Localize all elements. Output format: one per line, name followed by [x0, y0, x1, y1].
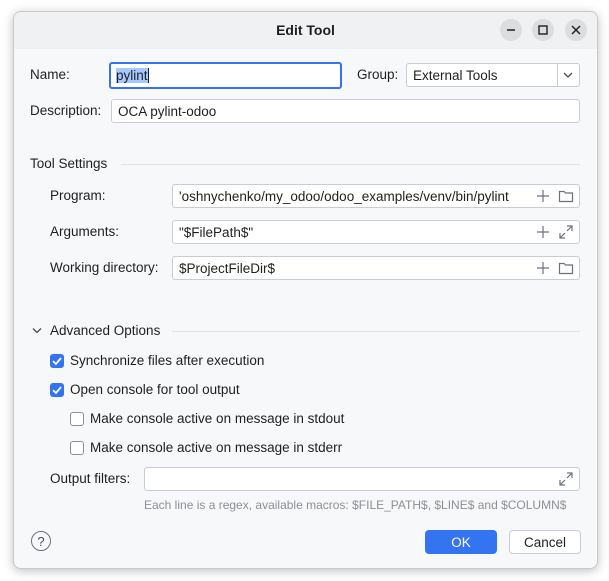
arguments-value: "$FilePath$": [179, 224, 254, 240]
arguments-label: Arguments:: [50, 224, 120, 239]
tool-settings-separator: [121, 164, 580, 165]
stderr-checkbox[interactable]: [70, 441, 84, 455]
cancel-button[interactable]: Cancel: [509, 530, 581, 554]
group-select[interactable]: External Tools: [406, 63, 580, 87]
close-button[interactable]: [565, 19, 587, 41]
minimize-icon: [507, 29, 515, 31]
add-macro-icon[interactable]: [535, 188, 551, 204]
expand-icon[interactable]: [558, 224, 574, 240]
open-console-label[interactable]: Open console for tool output: [70, 382, 240, 397]
stderr-label[interactable]: Make console active on message in stderr: [90, 440, 342, 455]
tool-settings-title: Tool Settings: [30, 156, 108, 171]
working-directory-label: Working directory:: [50, 260, 159, 275]
ok-button-label: OK: [451, 534, 471, 550]
sync-files-label[interactable]: Synchronize files after execution: [70, 353, 264, 368]
description-input[interactable]: OCA pylint-odoo: [111, 99, 580, 123]
stdout-checkbox[interactable]: [70, 412, 84, 426]
working-directory-value: $ProjectFileDir$: [179, 260, 276, 276]
chevron-down-icon: [563, 72, 573, 78]
select-divider: [557, 64, 558, 86]
description-label: Description:: [30, 103, 102, 118]
output-filters-input[interactable]: [144, 467, 580, 491]
checkmark-icon: [52, 357, 62, 366]
arguments-input[interactable]: "$FilePath$": [172, 220, 580, 244]
help-button[interactable]: ?: [31, 531, 51, 551]
expand-icon[interactable]: [558, 471, 574, 487]
add-macro-icon[interactable]: [535, 224, 551, 240]
edit-tool-dialog: Edit Tool Name: pylint Group: External T…: [13, 11, 598, 569]
advanced-options-separator: [172, 331, 580, 332]
name-label: Name:: [30, 67, 70, 82]
group-value: External Tools: [413, 67, 498, 83]
name-input[interactable]: pylint: [109, 62, 342, 89]
output-filters-hint: Each line is a regex, available macros: …: [144, 498, 567, 512]
program-input[interactable]: 'oshnychenko/my_odoo/odoo_examples/venv/…: [172, 184, 580, 208]
stdout-label[interactable]: Make console active on message in stdout: [90, 411, 344, 426]
checkmark-icon: [52, 386, 62, 395]
program-value: 'oshnychenko/my_odoo/odoo_examples/venv/…: [179, 188, 509, 204]
close-icon: [571, 25, 581, 35]
folder-icon[interactable]: [558, 188, 574, 204]
working-directory-input[interactable]: $ProjectFileDir$: [172, 256, 580, 280]
description-value: OCA pylint-odoo: [118, 103, 217, 119]
text-cursor: [147, 68, 149, 83]
add-macro-icon[interactable]: [535, 260, 551, 276]
maximize-icon: [538, 25, 548, 35]
minimize-button[interactable]: [500, 19, 522, 41]
maximize-button[interactable]: [532, 19, 554, 41]
help-icon: ?: [37, 533, 45, 549]
ok-button[interactable]: OK: [425, 530, 497, 554]
sync-files-checkbox[interactable]: [50, 354, 64, 368]
name-value: pylint: [116, 68, 148, 83]
cancel-button-label: Cancel: [523, 534, 567, 550]
title-bar[interactable]: Edit Tool: [14, 12, 597, 49]
open-console-checkbox[interactable]: [50, 383, 64, 397]
output-filters-label: Output filters:: [50, 471, 131, 486]
program-label: Program:: [50, 188, 106, 203]
advanced-options-title[interactable]: Advanced Options: [50, 323, 160, 338]
folder-icon[interactable]: [558, 260, 574, 276]
chevron-down-icon[interactable]: [32, 327, 42, 335]
group-label: Group:: [357, 67, 399, 82]
